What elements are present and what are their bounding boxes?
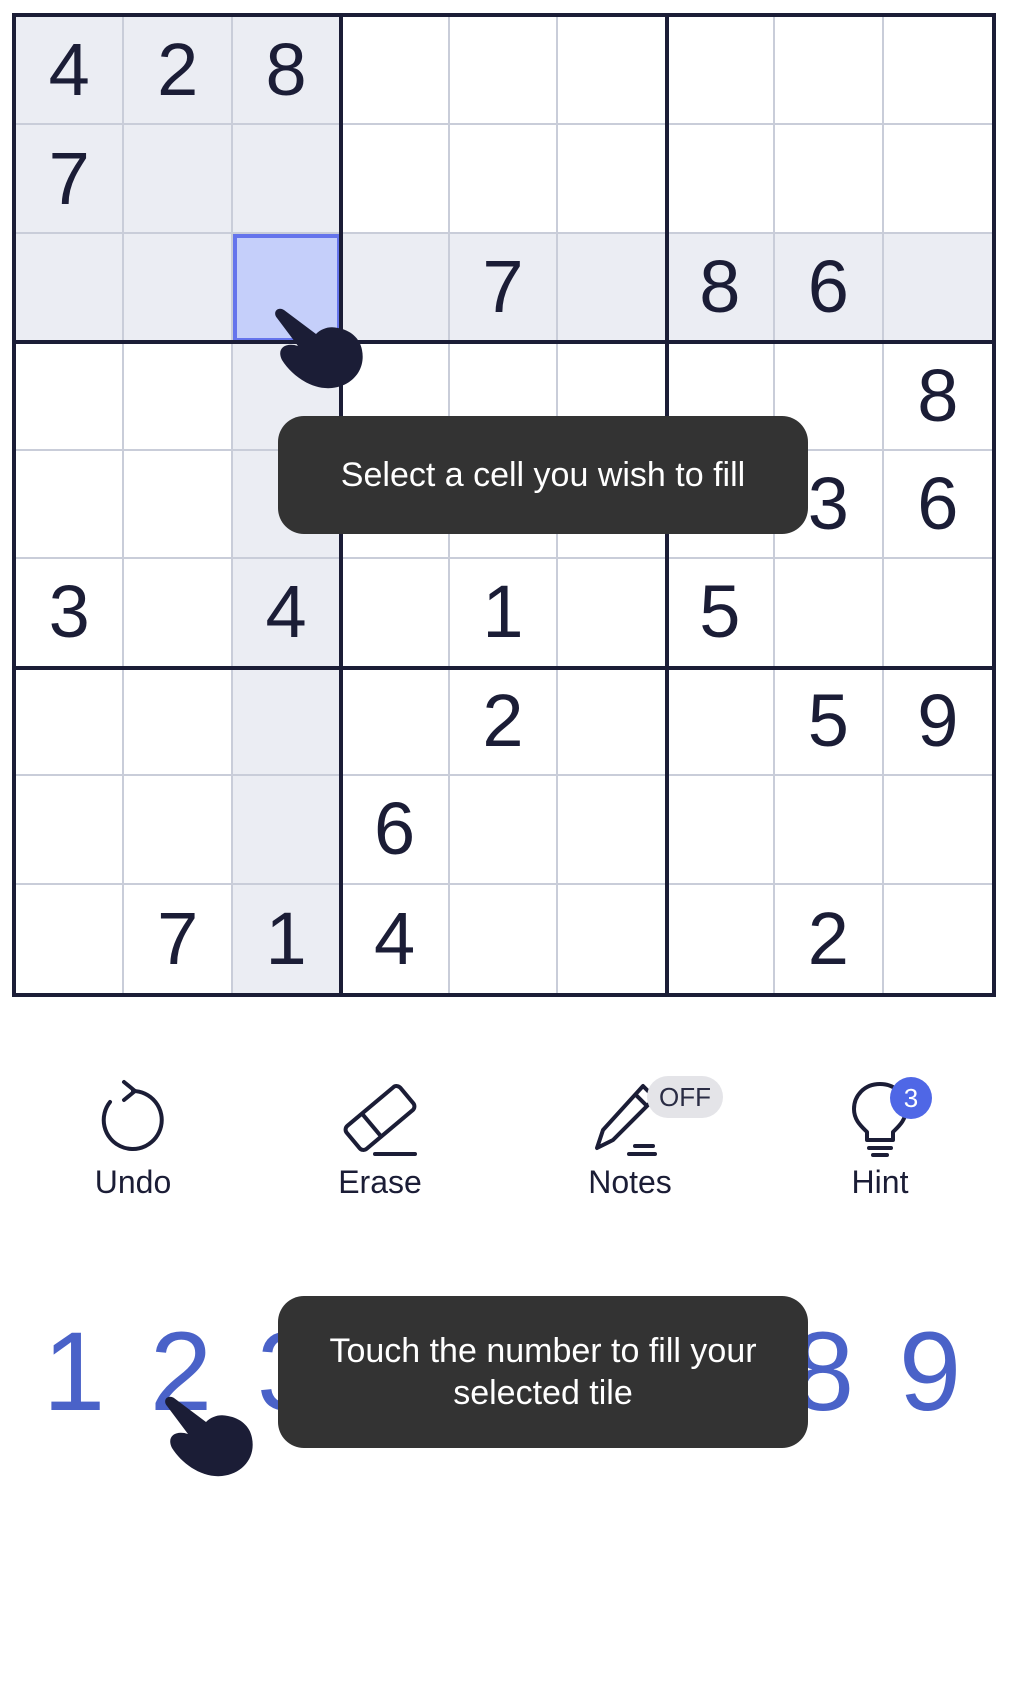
sudoku-cell[interactable] (666, 667, 776, 777)
sudoku-cell[interactable] (558, 776, 667, 885)
hint-label: Hint (851, 1164, 909, 1200)
sudoku-cell[interactable]: 5 (775, 667, 884, 777)
sudoku-cell[interactable]: 4 (341, 884, 450, 993)
hint-button[interactable]: Hint (800, 1078, 960, 1201)
erase-label: Erase (338, 1164, 422, 1200)
sudoku-cell[interactable] (666, 17, 776, 126)
sudoku-cell[interactable] (341, 125, 450, 234)
sudoku-cell[interactable] (883, 776, 992, 885)
sudoku-cell[interactable]: 8 (232, 17, 342, 126)
sudoku-cell[interactable] (558, 667, 667, 777)
sudoku-cell[interactable] (884, 885, 992, 993)
sudoku-cell[interactable]: 8 (883, 342, 992, 451)
erase-button[interactable]: Erase (300, 1078, 460, 1201)
sudoku-cell[interactable] (16, 342, 125, 451)
sudoku-cell[interactable]: 6 (775, 233, 884, 343)
sudoku-cell[interactable] (341, 667, 450, 777)
sudoku-cell[interactable] (232, 125, 342, 234)
sudoku-cell[interactable]: 5 (666, 559, 776, 668)
sudoku-cell[interactable] (775, 776, 884, 885)
sudoku-cell[interactable] (666, 776, 776, 885)
notes-label: Notes (588, 1164, 672, 1200)
sudoku-cell[interactable] (341, 17, 450, 126)
pointing-hand-icon (275, 308, 363, 389)
sudoku-cell[interactable] (16, 450, 125, 560)
sudoku-cell[interactable]: 2 (449, 667, 559, 777)
sudoku-cell[interactable]: 7 (16, 125, 125, 234)
sudoku-cell[interactable] (341, 559, 450, 668)
tooltip-select-cell-text: Select a cell you wish to fill (340, 455, 746, 494)
hint-count-badge: 3 (890, 1077, 932, 1119)
sudoku-cell[interactable] (124, 233, 233, 343)
undo-button[interactable]: Undo (53, 1078, 213, 1201)
sudoku-cell[interactable] (775, 559, 884, 668)
sudoku-cell[interactable]: 1 (449, 559, 559, 668)
undo-icon (101, 1080, 164, 1151)
box-divider-horizontal (16, 665, 992, 670)
sudoku-cell[interactable]: 9 (883, 668, 992, 777)
sudoku-cell[interactable] (124, 667, 233, 777)
sudoku-cell[interactable] (16, 776, 125, 885)
sudoku-cell[interactable] (775, 125, 884, 234)
sudoku-cell[interactable] (449, 776, 559, 885)
sudoku-cell[interactable]: 3 (16, 559, 125, 668)
sudoku-cell[interactable] (558, 233, 667, 343)
sudoku-cell[interactable] (232, 667, 342, 777)
number-button-9[interactable]: 9 (876, 1316, 984, 1428)
sudoku-cell[interactable] (558, 559, 667, 668)
sudoku-cell[interactable] (124, 559, 233, 668)
sudoku-cell[interactable] (124, 342, 233, 451)
tooltip-select-cell: Select a cell you wish to fill (278, 416, 808, 534)
sudoku-cell[interactable]: 6 (341, 776, 450, 885)
sudoku-cell[interactable] (883, 559, 992, 668)
notes-status-badge: OFF (647, 1076, 723, 1118)
sudoku-cell[interactable] (16, 667, 125, 777)
sudoku-cell[interactable]: 1 (232, 884, 342, 993)
sudoku-cell[interactable] (667, 884, 776, 993)
number-button-1[interactable]: 1 (20, 1316, 128, 1428)
sudoku-cell[interactable] (883, 233, 992, 343)
undo-label: Undo (94, 1164, 172, 1200)
sudoku-cell[interactable]: 4 (16, 17, 125, 126)
sudoku-cell[interactable] (558, 125, 667, 234)
sudoku-cell[interactable] (124, 776, 233, 885)
sudoku-cell[interactable] (450, 884, 559, 993)
sudoku-cell[interactable] (558, 884, 667, 993)
sudoku-cell[interactable] (232, 776, 342, 885)
sudoku-cell[interactable]: 6 (883, 451, 992, 560)
sudoku-cell[interactable]: 7 (449, 233, 559, 343)
sudoku-cell[interactable] (666, 125, 776, 234)
sudoku-cell[interactable] (558, 17, 667, 126)
tooltip-touch-number: Touch the number to fill your selected t… (278, 1296, 808, 1448)
sudoku-cell[interactable] (449, 125, 559, 234)
sudoku-cell[interactable]: 8 (666, 233, 776, 343)
sudoku-cell[interactable] (16, 884, 125, 993)
sudoku-cell[interactable] (775, 17, 884, 126)
sudoku-cell[interactable] (16, 233, 125, 343)
sudoku-cell[interactable]: 4 (232, 559, 342, 668)
sudoku-cell[interactable] (449, 17, 559, 126)
sudoku-cell[interactable]: 7 (124, 884, 233, 993)
pointing-hand-icon (165, 1396, 253, 1477)
sudoku-cell[interactable] (124, 125, 233, 234)
box-divider-horizontal (16, 340, 992, 345)
sudoku-cell[interactable]: 2 (775, 884, 884, 993)
tooltip-touch-number-text: Touch the number to fill your selected t… (329, 1331, 757, 1413)
sudoku-cell[interactable] (124, 450, 233, 560)
eraser-icon (343, 1084, 417, 1156)
sudoku-cell[interactable] (883, 125, 992, 234)
sudoku-cell[interactable] (883, 17, 992, 126)
sudoku-cell[interactable]: 2 (124, 17, 233, 126)
